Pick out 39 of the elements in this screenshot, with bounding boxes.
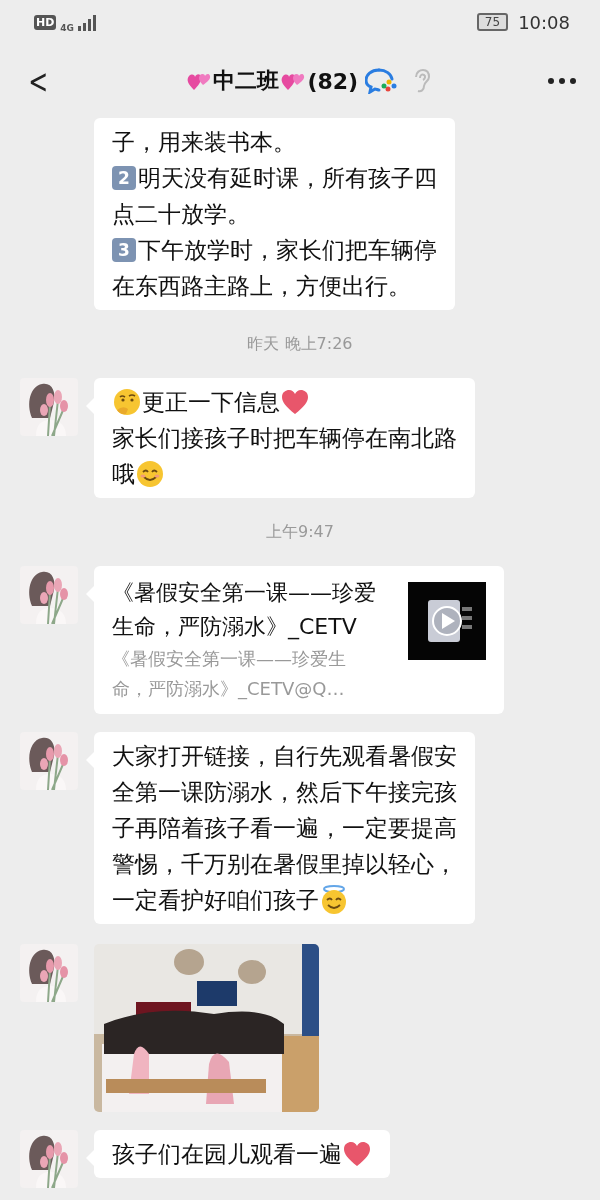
more-icon[interactable]	[548, 78, 576, 84]
network-type: 4G	[60, 23, 74, 33]
member-count: (82)	[307, 68, 359, 94]
message-text: 更正一下信息	[142, 388, 280, 417]
message-text: 在东西路主路上，方便出行。	[112, 272, 411, 301]
link-description: 《暑假安全第一课——珍爱生	[112, 647, 347, 671]
link-title: 《暑假安全第一课——珍爱	[112, 579, 376, 607]
message-text: 警惕，千万别在暑假里掉以轻心，	[112, 850, 457, 879]
message-text: 孩子们在园儿观看一遍	[112, 1140, 342, 1169]
timestamp: 昨天 晚上7:26	[247, 334, 353, 353]
message-text: 子再陪着孩子看一遍，一定要提高	[112, 814, 457, 843]
battery-level: 75	[476, 13, 509, 31]
message-text: 下午放学时，家长们把车辆停	[138, 236, 437, 265]
message-text: 大家打开链接，自行先观看暑假安	[112, 742, 457, 771]
link-card[interactable]: 《暑假安全第一课——珍爱 生命，严防溺水》_CETV 《暑假安全第一课——珍爱生 命，严防溺水》_CETV@Q…	[94, 566, 504, 714]
message-text: 家长们接孩子时把车辆停在南北路	[112, 424, 457, 453]
ear-icon	[412, 68, 431, 94]
thinking-emoji-icon	[113, 388, 141, 416]
number-key: 3	[112, 238, 136, 262]
link-title: 生命，严防溺水》_CETV	[112, 613, 358, 642]
video-thumbnail-icon	[408, 582, 486, 660]
back-button[interactable]: <	[24, 61, 53, 101]
message-text: 点二十放学。	[112, 200, 250, 229]
timestamp: 上午9:47	[266, 522, 334, 541]
link-description: 命，严防溺水》_CETV@Q…	[112, 677, 346, 702]
smiling-emoji-icon	[136, 460, 164, 488]
message-text: 一定看护好咱们孩子	[112, 886, 319, 915]
hd-indicator: HD	[34, 14, 57, 30]
number-key: 2	[112, 166, 136, 190]
clock: 10:08	[518, 11, 570, 33]
message-text: 全第一课防溺水，然后下午接完孩	[112, 778, 457, 807]
halo-emoji-icon	[320, 885, 348, 915]
chat-title: 中二班	[213, 67, 280, 95]
heart-icon	[343, 1141, 371, 1167]
heart-icon	[281, 389, 309, 415]
message-text: 明天没有延时课，所有孩子四	[138, 164, 437, 193]
message-text: 子，用来装书本。	[112, 128, 296, 157]
message-text: 哦	[112, 460, 135, 489]
chat-bubble-icon	[365, 68, 398, 94]
